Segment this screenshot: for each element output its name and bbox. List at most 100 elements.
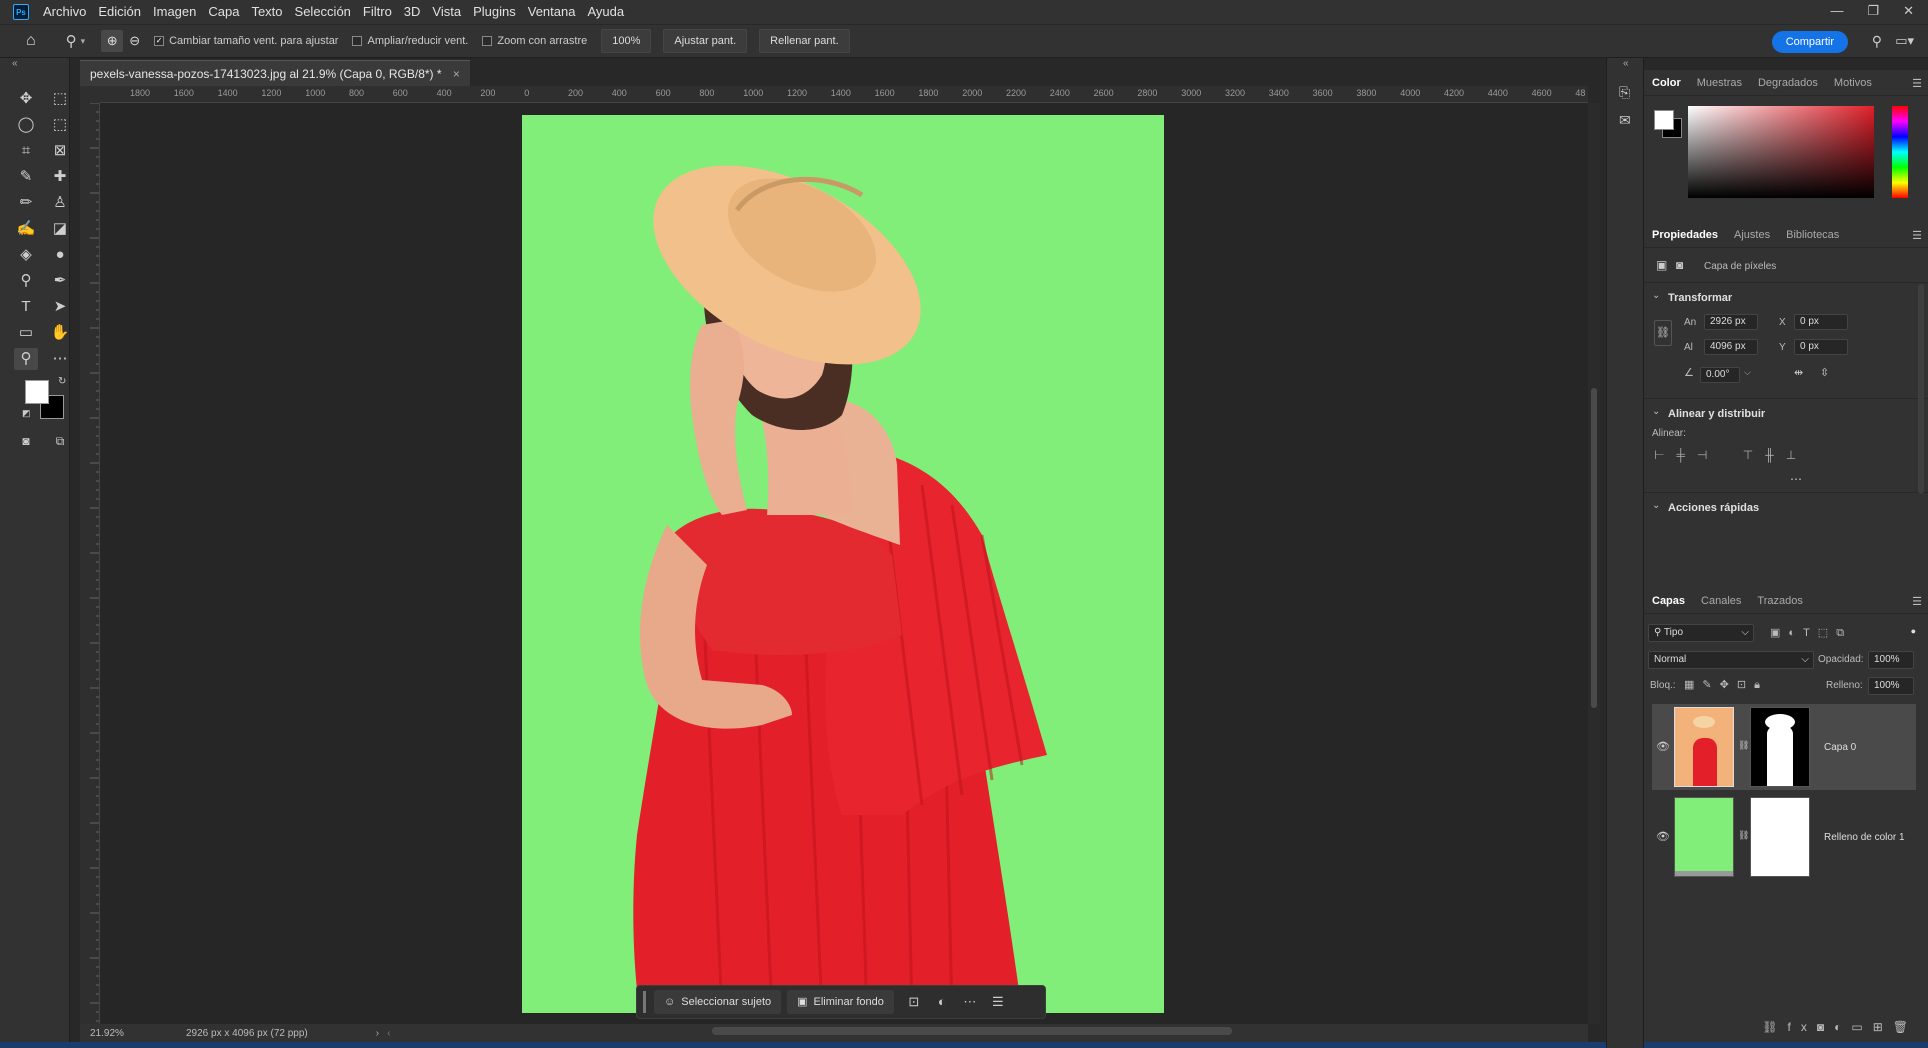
resize-windows-checkbox[interactable]: ✓ Cambiar tamaño vent. para ajustar [154, 35, 338, 47]
search-icon[interactable]: ⚲ [1872, 33, 1882, 50]
close-button[interactable]: ✕ [1903, 0, 1914, 22]
y-field[interactable]: 0 px [1794, 339, 1848, 355]
link-layers-icon[interactable]: ⛓ [1762, 1020, 1787, 1034]
layer-row-color-fill[interactable]: 👁︎ ⛓ Relleno de color 1 [1652, 794, 1916, 880]
tab-swatches[interactable]: Muestras [1689, 70, 1750, 96]
restore-button[interactable]: ❐ [1867, 0, 1879, 22]
visibility-eye-icon[interactable]: 👁︎ [1656, 830, 1670, 843]
hand-tool-icon[interactable]: ✋ [48, 322, 72, 344]
tab-patterns[interactable]: Motivos [1826, 70, 1880, 96]
menu-imagen[interactable]: Imagen [147, 0, 202, 24]
zoom-level[interactable]: 21.92% [90, 1028, 170, 1039]
screen-mode-icon[interactable]: ⧉ [48, 430, 72, 452]
lock-pixels-icon[interactable]: ✎ [1702, 678, 1711, 691]
align-middle-icon[interactable]: ╫ [1765, 448, 1786, 462]
new-layer-icon[interactable]: ⊞ [1873, 1020, 1893, 1034]
visibility-eye-icon[interactable]: 👁︎ [1656, 740, 1670, 753]
chevron-down-icon[interactable]: ⌄ [1652, 290, 1660, 301]
workspace-icon[interactable]: ▭▾ [1895, 33, 1914, 49]
zoom-tool-icon[interactable]: ⚲ [14, 348, 38, 370]
layer-thumbnail[interactable] [1674, 707, 1734, 787]
filter-smart-icon[interactable]: ⧉ [1836, 627, 1844, 640]
align-right-icon[interactable]: ⊣ [1697, 448, 1719, 462]
foreground-color-swatch[interactable] [25, 380, 49, 404]
opacity-field[interactable]: 100% [1868, 651, 1914, 669]
menu-archivo[interactable]: Archivo [37, 0, 92, 24]
lock-all-icon[interactable]: 🔒︎ [1754, 679, 1760, 692]
history-brush-tool-icon[interactable]: ✍ [14, 218, 38, 240]
collapse-panels-icon[interactable]: « [1623, 58, 1629, 69]
rectangle-tool-icon[interactable]: ▭ [14, 322, 38, 344]
vertical-scrollbar[interactable] [1588, 103, 1600, 1024]
layer-row-capa-0[interactable]: 👁︎ ⛓ Capa 0 [1652, 704, 1916, 790]
menu-ventana[interactable]: Ventana [522, 0, 582, 24]
chevron-down-icon[interactable]: ⌵ [1744, 367, 1751, 378]
more-align-icon[interactable]: ⋯ [1790, 472, 1802, 486]
tab-adjustments[interactable]: Ajustes [1726, 222, 1778, 248]
collapse-icon[interactable]: « [12, 58, 18, 69]
minimize-button[interactable]: — [1830, 0, 1843, 22]
fg-color-chip[interactable] [1654, 110, 1674, 130]
frame-tool-icon[interactable]: ⊠ [48, 140, 72, 162]
scrubby-zoom-checkbox[interactable]: Zoom con arrastre [482, 35, 587, 47]
filter-pixel-icon[interactable]: ▣ [1770, 626, 1780, 639]
menu-3d[interactable]: 3D [398, 0, 427, 24]
share-button[interactable]: Compartir [1771, 31, 1848, 53]
horizontal-scrollbar-thumb[interactable] [712, 1027, 1232, 1035]
color-field[interactable] [1688, 106, 1874, 198]
close-tab-icon[interactable]: × [453, 67, 460, 81]
path-select-tool-icon[interactable]: ➤ [48, 296, 72, 318]
swap-colors-icon[interactable]: ↻ [58, 376, 66, 387]
filter-toggle-icon[interactable]: ● [1911, 626, 1916, 636]
quick-mask-icon[interactable]: ◙ [14, 430, 38, 452]
scroll-left-icon[interactable]: ‹ [387, 1028, 390, 1039]
chevron-down-icon[interactable]: ⌄ [1652, 500, 1660, 511]
align-center-h-icon[interactable]: ╪ [1676, 448, 1697, 462]
flip-horizontal-icon[interactable]: ⇹ [1794, 366, 1803, 379]
mask-icon[interactable]: ◙ [1676, 258, 1683, 272]
filter-type-icon[interactable]: T [1803, 627, 1810, 639]
tab-color[interactable]: Color [1644, 70, 1689, 96]
new-group-icon[interactable]: ▭ [1851, 1020, 1872, 1034]
type-tool-icon[interactable]: T [14, 296, 38, 318]
tab-gradients[interactable]: Degradados [1750, 70, 1826, 96]
menu-plugins[interactable]: Plugins [467, 0, 522, 24]
healing-brush-tool-icon[interactable]: ✚ [48, 166, 72, 188]
lock-artboard-icon[interactable]: ⊡ [1737, 678, 1746, 691]
remove-background-button[interactable]: ▣ Eliminar fondo [787, 990, 894, 1014]
blend-mode-select[interactable]: Normal ⌵ [1648, 651, 1814, 669]
lasso-tool-icon[interactable]: ◯ [14, 114, 38, 136]
add-mask-icon[interactable]: ◙ [1817, 1020, 1834, 1034]
history-icon[interactable]: ⎘ [1619, 84, 1630, 101]
link-dimensions-icon[interactable]: ⛓ [1654, 320, 1672, 346]
height-field[interactable]: 4096 px [1704, 339, 1758, 355]
zoom-tool-preset-icon[interactable]: ⚲ [66, 32, 77, 50]
align-left-icon[interactable]: ⊢ [1654, 448, 1676, 462]
angle-field[interactable]: 0.00° [1700, 367, 1740, 383]
transform-icon[interactable]: ⊡ [900, 990, 928, 1014]
horizontal-ruler[interactable]: 1800 1600 1400 1200 1000 800 600 400 200 0 200 400 6… [100, 86, 1588, 103]
tab-layers[interactable]: Capas [1644, 588, 1693, 614]
scrollbar-thumb[interactable] [1591, 388, 1597, 708]
delete-layer-icon[interactable]: 🗑︎ [1893, 1020, 1918, 1034]
layer-filter-select[interactable]: ⚲ Tipo ⌵ [1648, 624, 1754, 642]
filter-adjustment-icon[interactable]: ◐ [1788, 627, 1795, 639]
zoom-out-icon[interactable]: ⊖ [129, 33, 140, 49]
menu-ayuda[interactable]: Ayuda [581, 0, 630, 24]
zoom-all-checkbox[interactable]: Ampliar/reducir vent. [352, 35, 468, 47]
layer-mask-thumbnail[interactable] [1750, 707, 1810, 787]
marquee-tool-icon[interactable]: ⬚ [48, 88, 72, 110]
menu-capa[interactable]: Capa [202, 0, 245, 24]
fit-screen-button[interactable]: Ajustar pant. [663, 29, 748, 53]
link-mask-icon[interactable]: ⛓ [1738, 740, 1749, 751]
new-adjustment-icon[interactable]: ◐ [1834, 1020, 1851, 1034]
default-colors-icon[interactable]: ◩ [22, 408, 31, 419]
align-top-icon[interactable]: ⊤ [1743, 448, 1765, 462]
home-icon[interactable]: ⌂ [26, 32, 36, 50]
gradient-tool-icon[interactable]: ◈ [14, 244, 38, 266]
chevron-right-icon[interactable]: › [376, 1028, 379, 1039]
width-field[interactable]: 2926 px [1704, 314, 1758, 330]
fx-icon[interactable]: fx [1788, 1020, 1817, 1034]
filter-shape-icon[interactable]: ⬚ [1818, 626, 1828, 639]
lock-position-icon[interactable]: ✥ [1720, 678, 1729, 691]
